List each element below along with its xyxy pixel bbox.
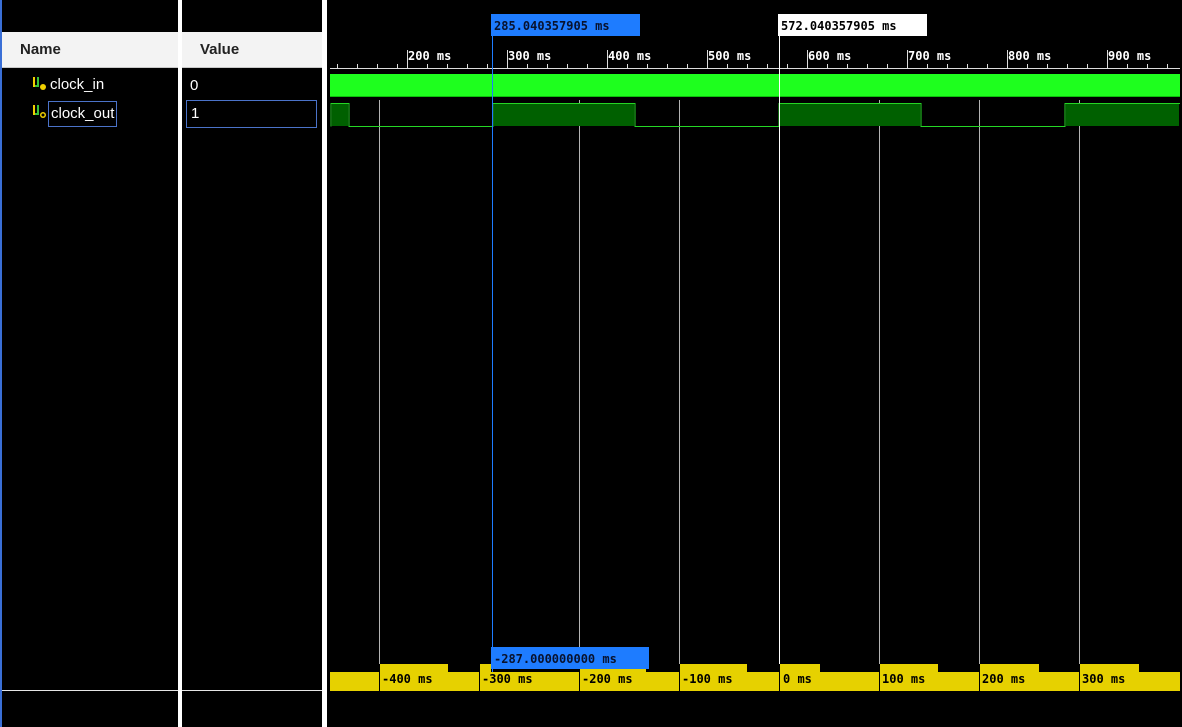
secondary-cursor-time[interactable]: 572.040357905 ms (778, 14, 927, 36)
cursor-delta-time: -287.000000000 ms (491, 647, 649, 669)
signal-name: clock_out (48, 101, 118, 127)
signal-row-clock-out[interactable]: clock_out (2, 100, 178, 128)
waveform-area[interactable] (327, 0, 1182, 727)
main-cursor-time[interactable]: 285.040357905 ms (491, 14, 640, 36)
relative-axis-label: 0 ms (783, 672, 812, 686)
signal-name: clock_in (50, 76, 105, 93)
name-column-divider-line (2, 690, 178, 691)
value-column-divider-line (182, 690, 322, 691)
relative-axis-label: 200 ms (982, 672, 1026, 686)
relative-axis-label: -100 ms (682, 672, 733, 686)
time-axis-label: 200 ms (408, 49, 452, 63)
signal-value: 1 (186, 100, 317, 128)
time-axis-label: 300 ms (508, 49, 552, 63)
time-axis-label: 600 ms (808, 49, 852, 63)
time-axis-label: 500 ms (708, 49, 752, 63)
relative-axis-label: 100 ms (882, 672, 926, 686)
name-column-header[interactable]: Name (2, 32, 178, 68)
relative-axis-label: -200 ms (582, 672, 633, 686)
time-axis-label: 800 ms (1008, 49, 1052, 63)
relative-axis-label: -300 ms (482, 672, 533, 686)
relative-axis-label: 300 ms (1082, 672, 1126, 686)
relative-axis-label: -400 ms (382, 672, 433, 686)
value-column-header[interactable]: Value (182, 32, 322, 68)
signal-row-clock-in[interactable]: clock_in (2, 72, 178, 100)
signal-value: 0 (190, 77, 199, 94)
time-axis-label: 700 ms (908, 49, 952, 63)
signal-icon (33, 105, 46, 118)
time-axis-label: 400 ms (608, 49, 652, 63)
time-axis-label: 900 ms (1108, 49, 1152, 63)
signal-icon (33, 77, 46, 90)
